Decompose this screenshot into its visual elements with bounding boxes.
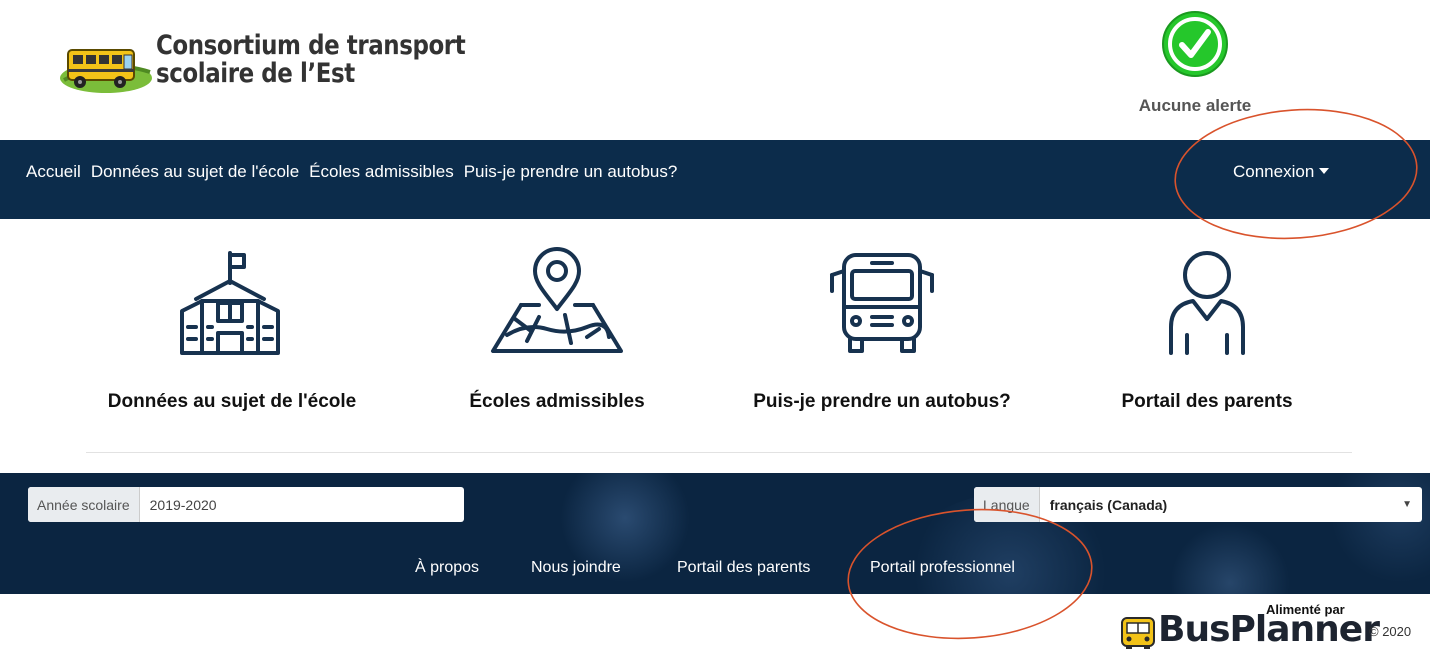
school-year-label: Année scolaire	[28, 487, 140, 522]
nav-link-bus-eligibility[interactable]: Puis-je prendre un autobus?	[464, 162, 678, 182]
map-pin-icon	[491, 247, 623, 353]
main-navbar: Accueil Données au sujet de l'école Écol…	[0, 140, 1430, 219]
login-dropdown-button[interactable]: Connexion	[1233, 162, 1330, 182]
tile-school-data[interactable]: Données au sujet de l'école	[82, 245, 382, 425]
tile-label-bus-eligibility: Puis-je prendre un autobus?	[753, 391, 1011, 412]
tile-eligible-schools[interactable]: Écoles admissibles	[407, 245, 707, 425]
school-year-value[interactable]: 2019-2020	[140, 487, 227, 522]
logo-line-2: scolaire de l’Est	[156, 58, 355, 89]
copyright-text: © 2020	[1369, 624, 1412, 639]
nav-link-school-data[interactable]: Données au sujet de l'école	[91, 162, 299, 182]
nav-links: Accueil Données au sujet de l'école Écol…	[26, 162, 677, 182]
alert-status-text: Aucune alerte	[1138, 96, 1252, 115]
language-value[interactable]: français (Canada)	[1040, 487, 1402, 522]
nav-link-accueil[interactable]: Accueil	[26, 162, 81, 182]
login-label: Connexion	[1233, 162, 1315, 181]
footer-link-parent-portal[interactable]: Portail des parents	[677, 559, 810, 577]
check-circle-icon	[1162, 11, 1228, 77]
footer-link-professional-portal[interactable]: Portail professionnel	[870, 559, 1015, 577]
select-arrow-icon[interactable]: ▼	[1402, 487, 1422, 522]
busplanner-brand: BusPlanner	[1158, 609, 1380, 650]
language-label: Langue	[974, 487, 1040, 522]
busplanner-bus-icon	[1121, 617, 1155, 649]
tile-label-parent-portal: Portail des parents	[1121, 391, 1293, 412]
school-year-field[interactable]: Année scolaire 2019-2020	[28, 487, 464, 522]
footer: Année scolaire 2019-2020 Langue français…	[0, 473, 1430, 594]
tile-bus-eligibility[interactable]: Puis-je prendre un autobus?	[732, 245, 1032, 425]
header: Consortium de transport scolaire de l’Es…	[0, 0, 1430, 140]
alert-status[interactable]: Aucune alerte	[1120, 10, 1270, 130]
school-icon	[180, 251, 280, 355]
caret-down-icon	[1319, 168, 1330, 174]
school-bus-logo-icon	[60, 49, 152, 93]
tile-label-eligible-schools: Écoles admissibles	[469, 391, 645, 412]
consortium-logo[interactable]: Consortium de transport scolaire de l’Es…	[58, 28, 498, 100]
footer-bokeh	[1170, 523, 1290, 594]
tile-parent-portal[interactable]: Portail des parents	[1057, 245, 1357, 425]
powered-by-busplanner[interactable]: Alimenté par BusPlanner © 2020	[1118, 600, 1430, 652]
footer-link-contact[interactable]: Nous joindre	[531, 559, 621, 577]
parent-user-icon	[1169, 251, 1245, 355]
logo-text: Consortium de transport scolaire de l’Es…	[156, 30, 466, 89]
logo-line-1: Consortium de transport	[156, 30, 466, 61]
tile-label-school-data: Données au sujet de l'école	[107, 391, 357, 412]
nav-link-eligible-schools[interactable]: Écoles admissibles	[309, 162, 454, 182]
bus-icon	[830, 253, 934, 353]
footer-link-about[interactable]: À propos	[415, 559, 479, 577]
section-divider	[86, 452, 1352, 453]
language-select[interactable]: Langue français (Canada) ▼	[974, 487, 1422, 522]
